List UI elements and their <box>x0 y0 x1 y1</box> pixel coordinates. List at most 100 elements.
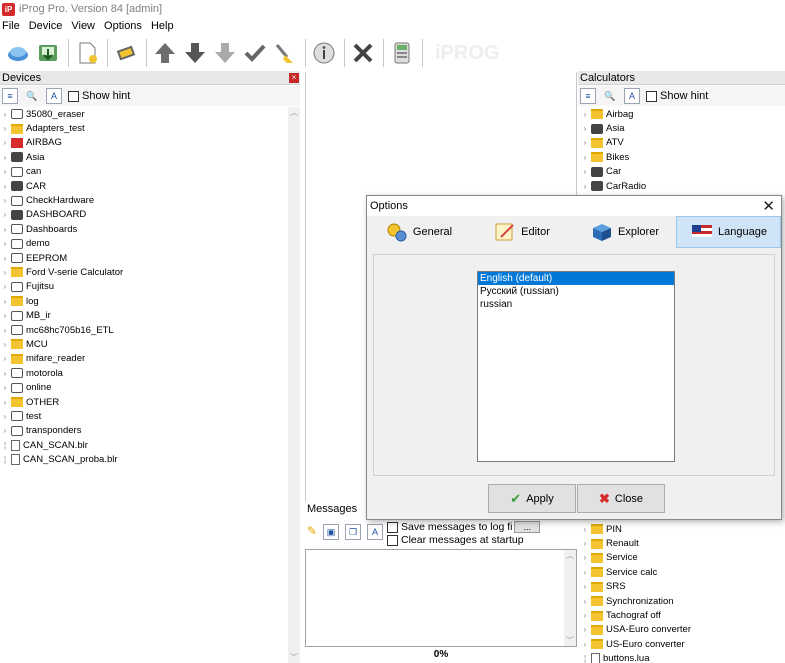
expand-chevron-icon[interactable]: › <box>580 539 590 548</box>
expand-chevron-icon[interactable]: › <box>0 225 10 234</box>
scroll-up-icon[interactable]: ︿ <box>288 107 300 118</box>
expand-chevron-icon[interactable]: › <box>0 268 10 277</box>
expand-chevron-icon[interactable]: › <box>580 182 590 191</box>
expand-chevron-icon[interactable]: › <box>0 354 10 363</box>
tree-item[interactable]: › online <box>0 380 288 394</box>
chip-button[interactable] <box>112 39 140 67</box>
expand-chevron-icon[interactable]: › <box>580 153 590 162</box>
expand-chevron-icon[interactable]: › <box>580 110 590 119</box>
search-icon[interactable]: 🔍 <box>602 88 618 104</box>
font-icon[interactable]: A <box>46 88 62 104</box>
write-button[interactable] <box>181 39 209 67</box>
clear-startup-checkbox[interactable] <box>387 534 398 546</box>
expand-chevron-icon[interactable]: ¦ <box>0 455 10 464</box>
expand-chevron-icon[interactable]: › <box>580 597 590 606</box>
tree-item[interactable]: › DASHBOARD <box>0 208 288 222</box>
tree-item[interactable]: › CarRadio <box>580 179 780 193</box>
scroll-down-icon[interactable]: ﹀ <box>288 652 300 663</box>
tree-item[interactable]: › USA-Euro converter <box>580 623 780 637</box>
erase-button[interactable] <box>271 39 299 67</box>
tree-item[interactable]: › Airbag <box>580 107 780 121</box>
expand-chevron-icon[interactable]: › <box>580 582 590 591</box>
expand-chevron-icon[interactable]: › <box>0 398 10 407</box>
expand-chevron-icon[interactable]: › <box>580 138 590 147</box>
show-hint-checkbox[interactable] <box>646 90 657 102</box>
tree-item[interactable]: › Ford V-serie Calculator <box>0 265 288 279</box>
tree-item[interactable]: › MCU <box>0 337 288 351</box>
tree-item[interactable]: › can <box>0 165 288 179</box>
tree-item[interactable]: › Adapters_test <box>0 121 288 135</box>
info-button[interactable] <box>310 39 338 67</box>
expand-chevron-icon[interactable]: › <box>0 124 10 133</box>
tree-item[interactable]: ¦ CAN_SCAN_proba.blr <box>0 452 288 466</box>
expand-chevron-icon[interactable]: › <box>580 553 590 562</box>
devices-close-icon[interactable]: × <box>289 73 299 83</box>
expand-chevron-icon[interactable]: › <box>0 369 10 378</box>
language-option[interactable]: Русский (russian) <box>478 285 674 298</box>
tree-item[interactable]: › PIN <box>580 522 780 536</box>
tab-editor[interactable]: Editor <box>470 216 573 248</box>
expand-chevron-icon[interactable]: › <box>580 167 590 176</box>
tree-item[interactable]: › SRS <box>580 580 780 594</box>
tree-item[interactable]: › 35080_eraser <box>0 107 288 121</box>
search-icon[interactable]: 🔍 <box>24 88 40 104</box>
apply-button[interactable]: ✔ Apply <box>488 484 576 513</box>
tree-item[interactable]: › Asia <box>0 150 288 164</box>
expand-chevron-icon[interactable]: › <box>580 625 590 634</box>
read-button[interactable] <box>151 39 179 67</box>
new-file-button[interactable] <box>73 39 101 67</box>
tree-item[interactable]: ¦ CAN_SCAN.blr <box>0 438 288 452</box>
expand-chevron-icon[interactable]: › <box>0 326 10 335</box>
expand-chevron-icon[interactable]: ¦ <box>580 654 590 663</box>
cancel-button[interactable] <box>349 39 377 67</box>
tree-item[interactable]: › Tachograf off <box>580 608 780 622</box>
tree-item[interactable]: › Asia <box>580 121 780 135</box>
expand-chevron-icon[interactable]: › <box>0 282 10 291</box>
save-log-checkbox[interactable] <box>387 521 398 533</box>
tree-item[interactable]: › Service calc <box>580 565 780 579</box>
tree-item[interactable]: › transponders <box>0 424 288 438</box>
expand-chevron-icon[interactable]: › <box>0 196 10 205</box>
close-button[interactable]: ✖ Close <box>577 484 665 513</box>
language-listbox[interactable]: English (default) Русский (russian) russ… <box>477 271 675 462</box>
font-icon[interactable]: A <box>624 88 640 104</box>
tree-item[interactable]: › motorola <box>0 366 288 380</box>
tab-general[interactable]: General <box>367 216 470 248</box>
tree-item[interactable]: › test <box>0 409 288 423</box>
tree-item[interactable]: › AIRBAG <box>0 136 288 150</box>
font-icon[interactable]: A <box>367 524 384 540</box>
tree-item[interactable]: › ATV <box>580 136 780 150</box>
tree-item[interactable]: › Fujitsu <box>0 280 288 294</box>
expand-chevron-icon[interactable]: › <box>0 254 10 263</box>
dialog-close-icon[interactable]: ✕ <box>762 197 775 217</box>
menu-help[interactable]: Help <box>151 20 174 32</box>
scroll-down-icon[interactable]: ﹀ <box>564 635 576 646</box>
expand-chevron-icon[interactable]: ¦ <box>0 441 10 450</box>
expand-chevron-icon[interactable]: › <box>0 340 10 349</box>
tree-item[interactable]: › Service <box>580 551 780 565</box>
tree-item[interactable]: › MB_ir <box>0 308 288 322</box>
menu-device[interactable]: Device <box>29 20 63 32</box>
expand-chevron-icon[interactable]: › <box>0 153 10 162</box>
tree-item[interactable]: › Dashboards <box>0 222 288 236</box>
browse-button[interactable]: ... <box>514 521 540 533</box>
tree-item[interactable]: › Car <box>580 165 780 179</box>
save-icon[interactable]: ▣ <box>323 524 340 540</box>
expand-chevron-icon[interactable]: › <box>0 167 10 176</box>
tree-item[interactable]: › mc68hc705b16_ETL <box>0 323 288 337</box>
expand-chevron-icon[interactable]: › <box>580 611 590 620</box>
tree-item[interactable]: ¦ buttons.lua <box>580 652 780 663</box>
devices-show-hint[interactable]: Show hint <box>68 90 130 102</box>
expand-chevron-icon[interactable]: › <box>0 297 10 306</box>
write-disabled-button[interactable] <box>211 39 239 67</box>
calculator-button[interactable] <box>388 39 416 67</box>
menu-file[interactable]: File <box>2 20 20 32</box>
tree-view-icon[interactable]: ≡ <box>2 88 18 104</box>
expand-chevron-icon[interactable]: › <box>0 383 10 392</box>
messages-log[interactable]: ︿ ﹀ <box>305 549 577 647</box>
verify-button[interactable] <box>241 39 269 67</box>
tree-item[interactable]: › EEPROM <box>0 251 288 265</box>
expand-chevron-icon[interactable]: › <box>580 525 590 534</box>
tree-item[interactable]: › OTHER <box>0 395 288 409</box>
tree-item[interactable]: › CheckHardware <box>0 193 288 207</box>
